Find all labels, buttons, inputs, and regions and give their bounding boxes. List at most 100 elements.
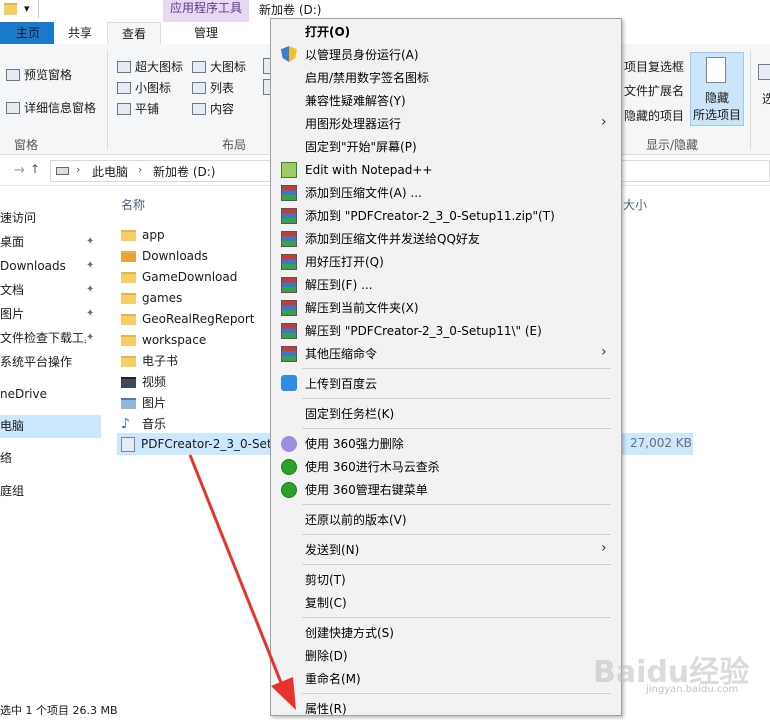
list-item[interactable]: 图片: [121, 393, 166, 413]
file-name: PDFCreator-2_3_0-Setu: [141, 437, 280, 451]
up-icon[interactable]: ↑: [30, 162, 40, 176]
menu-item-open-with-haozip[interactable]: 用好压打开(Q): [305, 251, 384, 273]
tab-home[interactable]: 主页: [8, 22, 48, 44]
menu-item-360-delete[interactable]: 使用 360强力删除: [305, 433, 404, 455]
menu-item-extract-to[interactable]: 解压到(F) ...: [305, 274, 373, 296]
menu-item-add-to-zip[interactable]: 添加到 "PDFCreator-2_3_0-Setup11.zip"(T): [305, 205, 555, 227]
menu-item-copy[interactable]: 复制(C): [305, 592, 347, 614]
menu-item-pin-taskbar[interactable]: 固定到任务栏(K): [305, 403, 394, 425]
nav-documents[interactable]: 文档: [0, 279, 100, 301]
menu-separator: [302, 534, 611, 535]
quick-access-dropdown-icon[interactable]: ▾: [24, 2, 30, 15]
menu-item-restore-versions[interactable]: 还原以前的版本(V): [305, 509, 407, 531]
content-icon: [192, 102, 206, 115]
forward-icon[interactable]: →: [14, 163, 25, 178]
menu-item-delete[interactable]: 删除(D): [305, 645, 348, 667]
nav-system-platform[interactable]: 系统平台操作: [0, 351, 100, 373]
nav-file-checker[interactable]: 文件检查下载工具: [0, 327, 86, 349]
menu-separator: [302, 504, 611, 505]
menu-item-360-scan[interactable]: 使用 360进行木马云查杀: [305, 456, 440, 478]
layout-list[interactable]: 列表: [192, 79, 234, 96]
menu-item-pin-to-start[interactable]: 固定到"开始"屏幕(P): [305, 136, 417, 158]
pin-icon: ✦: [86, 236, 95, 247]
column-header-name[interactable]: 名称: [121, 196, 145, 213]
menu-item-cut[interactable]: 剪切(T): [305, 569, 346, 591]
nav-desktop[interactable]: 桌面: [0, 231, 100, 253]
details-pane-icon: [6, 101, 20, 114]
menu-separator: [302, 398, 611, 399]
list-item[interactable]: 视频: [121, 372, 166, 392]
file-extension-option[interactable]: 文件扩展名: [624, 82, 684, 99]
details-pane-button[interactable]: 详细信息窗格: [6, 99, 96, 116]
nav-onedrive[interactable]: neDrive: [0, 383, 100, 405]
submenu-arrow-icon: ›: [601, 344, 607, 360]
breadcrumb-drive[interactable]: 新加卷 (D:): [153, 163, 215, 180]
menu-item-run-with-gpu[interactable]: 用图形处理器运行: [305, 113, 401, 135]
pin-icon: ✦: [86, 332, 95, 343]
menu-item-extract-here[interactable]: 解压到当前文件夹(X): [305, 297, 419, 319]
layout-item-label: 内容: [210, 102, 235, 116]
menu-item-360-manage[interactable]: 使用 360管理右键菜单: [305, 479, 428, 501]
hidden-items-option[interactable]: 隐藏的项目: [624, 107, 684, 124]
pin-icon: ✦: [86, 308, 95, 319]
list-item[interactable]: ♪ 音乐: [121, 414, 166, 434]
menu-item-properties[interactable]: 属性(R): [305, 698, 347, 720]
folder-icon: [121, 229, 136, 241]
menu-item-upload-baidu[interactable]: 上传到百度云: [305, 373, 377, 395]
menu-item-extract-to-folder[interactable]: 解压到 "PDFCreator-2_3_0-Setup11\" (E): [305, 320, 542, 342]
winrar-icon: [281, 231, 297, 247]
list-item[interactable]: Downloads: [121, 246, 208, 266]
menu-item-add-to-archive[interactable]: 添加到压缩文件(A) ...: [305, 182, 422, 204]
menu-item-open[interactable]: 打开(O): [305, 21, 350, 43]
layout-tiles[interactable]: 平铺: [117, 100, 159, 117]
menu-item-edit-notepadpp[interactable]: Edit with Notepad++: [305, 159, 432, 181]
list-item[interactable]: 电子书: [121, 351, 178, 371]
list-item[interactable]: app: [121, 225, 165, 245]
list-item[interactable]: GeoRealRegReport: [121, 309, 254, 329]
menu-item-toggle-signature-icon[interactable]: 启用/禁用数字签名图标: [305, 67, 429, 89]
submenu-arrow-icon: ›: [601, 540, 607, 556]
menu-item-send-to[interactable]: 发送到(N): [305, 539, 359, 561]
breadcrumb-separator-icon[interactable]: ›: [76, 163, 80, 176]
menu-item-add-send-qq[interactable]: 添加到压缩文件并发送给QQ好友: [305, 228, 480, 250]
breadcrumb-separator-icon[interactable]: ›: [138, 163, 142, 176]
hide-selected-label-2: 所选项目: [692, 108, 741, 122]
nav-downloads[interactable]: Downloads: [0, 255, 100, 277]
layout-small-icons[interactable]: 小图标: [117, 79, 171, 96]
layout-extra-large-icons[interactable]: 超大图标: [117, 58, 183, 75]
list-item[interactable]: workspace: [121, 330, 206, 350]
table-row[interactable]: PDFCreator-2_3_0-Setu: [121, 434, 279, 454]
nav-this-pc[interactable]: 电脑: [0, 415, 100, 437]
nav-quick-access[interactable]: 速访问: [0, 207, 100, 229]
show-hide-group-label: 显示/隐藏: [646, 138, 699, 152]
menu-separator: [302, 693, 611, 694]
layout-content[interactable]: 内容: [192, 100, 234, 117]
tab-view[interactable]: 查看: [107, 22, 161, 45]
menu-item-rename[interactable]: 重命名(M): [305, 668, 361, 690]
layout-large-icons[interactable]: 大图标: [192, 58, 246, 75]
list-item[interactable]: GameDownload: [121, 267, 237, 287]
layout-item-label: 大图标: [210, 60, 247, 74]
breadcrumb-this-pc[interactable]: 此电脑: [92, 163, 128, 180]
menu-item-compat-troubleshoot[interactable]: 兼容性疑难解答(Y): [305, 90, 406, 112]
nav-homegroup[interactable]: 庭组: [0, 480, 100, 502]
folder-icon: [121, 313, 136, 325]
preview-pane-button[interactable]: 预览窗格: [6, 66, 72, 83]
submenu-arrow-icon: ›: [601, 114, 607, 130]
winrar-icon: [281, 254, 297, 270]
menu-item-run-as-admin[interactable]: 以管理员身份运行(A): [305, 44, 419, 66]
tab-manage[interactable]: 管理: [163, 22, 249, 44]
extra-large-icons-icon: [117, 60, 131, 73]
menu-separator: [302, 617, 611, 618]
nav-network[interactable]: 络: [0, 447, 100, 469]
winrar-icon: [281, 185, 297, 201]
options-icon[interactable]: [758, 64, 770, 80]
menu-item-create-shortcut[interactable]: 创建快捷方式(S): [305, 622, 394, 644]
list-item[interactable]: games: [121, 288, 182, 308]
menu-item-other-compress[interactable]: 其他压缩命令: [305, 343, 377, 365]
item-checkbox-option[interactable]: 项目复选框: [624, 58, 684, 75]
column-header-size[interactable]: 大小: [623, 196, 647, 213]
folder-icon: [4, 3, 17, 15]
nav-pictures[interactable]: 图片: [0, 303, 100, 325]
tab-share[interactable]: 共享: [58, 22, 102, 44]
